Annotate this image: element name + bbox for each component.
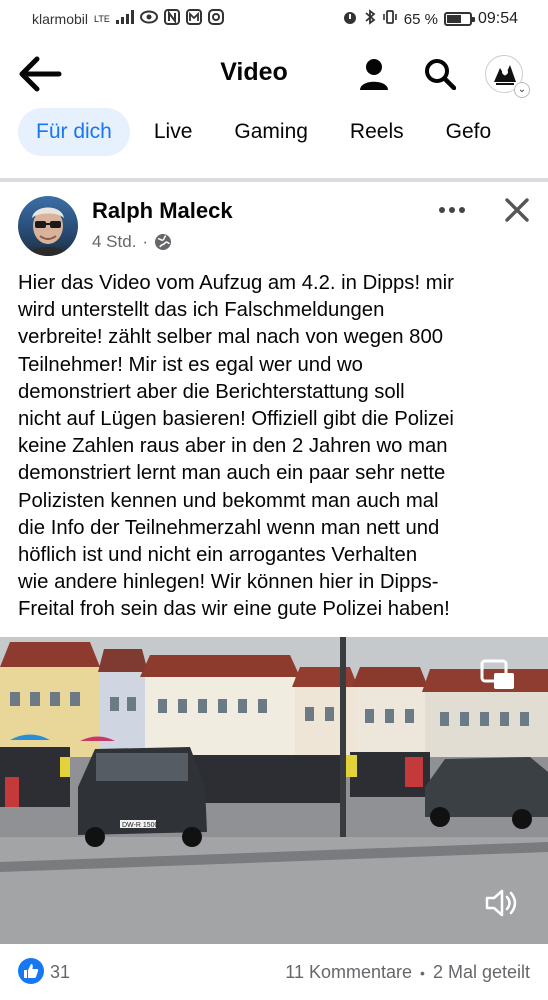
picture-in-picture-icon[interactable]: [480, 659, 516, 691]
eye-icon: [139, 10, 158, 28]
person-icon: [360, 59, 388, 90]
network-type: LTE: [94, 13, 110, 24]
signal-icon: [115, 10, 134, 28]
stats-separator: •: [420, 965, 425, 981]
section-divider: [0, 178, 548, 182]
app-header: Video ⌄: [0, 44, 548, 104]
more-options-button[interactable]: [430, 192, 474, 228]
tab-gaming[interactable]: Gaming: [216, 108, 326, 156]
bluetooth-icon: [364, 9, 376, 29]
video-tabs: Für dich Live Gaming Reels Gefo: [0, 104, 548, 160]
video-frame: DW-R 1500: [0, 637, 548, 944]
carrier-name: klarmobil: [32, 11, 89, 27]
profile-button[interactable]: [354, 52, 394, 96]
nfc-icon: [163, 9, 180, 29]
battery-level: [446, 15, 461, 23]
tab-live[interactable]: Live: [136, 108, 211, 156]
clock: 09:54: [477, 10, 518, 27]
chevron-down-icon: ⌄: [514, 82, 530, 98]
page-title: Video: [220, 58, 288, 86]
alarm-icon: [342, 9, 358, 29]
tab-fuer-dich[interactable]: Für dich: [18, 108, 130, 156]
search-icon: [425, 59, 456, 90]
license-plate: DW-R 1500: [122, 822, 159, 829]
comment-count[interactable]: 11 Kommentare: [285, 962, 412, 984]
battery-percent: 65 %: [403, 10, 438, 28]
post-stats: 11 Kommentare • 2 Mal geteilt: [285, 962, 530, 984]
search-button[interactable]: [420, 52, 460, 96]
meta-separator: ·: [142, 232, 149, 251]
status-right: 65 % 09:54: [342, 9, 518, 29]
mail-icon: [185, 9, 202, 29]
post-meta: 4 Std. ·: [92, 232, 172, 252]
more-dots-icon: [439, 207, 465, 213]
video-player[interactable]: DW-R 1500: [0, 637, 548, 944]
vibrate-icon: [382, 9, 398, 29]
globe-icon: [155, 234, 172, 250]
like-count[interactable]: 31: [50, 962, 70, 983]
post-text: Hier das Video vom Aufzug am 4.2. in Dip…: [18, 272, 454, 621]
close-icon: [505, 198, 529, 222]
status-bar: klarmobil LTE 65 % 09:54: [0, 0, 548, 38]
instagram-icon: [207, 9, 224, 29]
post-time: 4 Std.: [92, 232, 137, 251]
sound-icon[interactable]: [484, 886, 518, 920]
status-left: klarmobil LTE: [32, 9, 224, 29]
like-reaction-icon[interactable]: [18, 958, 44, 984]
post-author-name[interactable]: Ralph Maleck: [92, 198, 233, 224]
battery-icon: [443, 12, 475, 26]
tab-following[interactable]: Gefo: [428, 108, 510, 156]
account-menu-button[interactable]: ⌄: [480, 52, 530, 98]
tab-reels[interactable]: Reels: [332, 108, 422, 156]
post-footer: 31 11 Kommentare • 2 Mal geteilt: [0, 944, 548, 1000]
author-avatar[interactable]: [18, 196, 78, 256]
share-count[interactable]: 2 Mal geteilt: [433, 962, 530, 984]
hide-post-button[interactable]: [496, 190, 538, 230]
